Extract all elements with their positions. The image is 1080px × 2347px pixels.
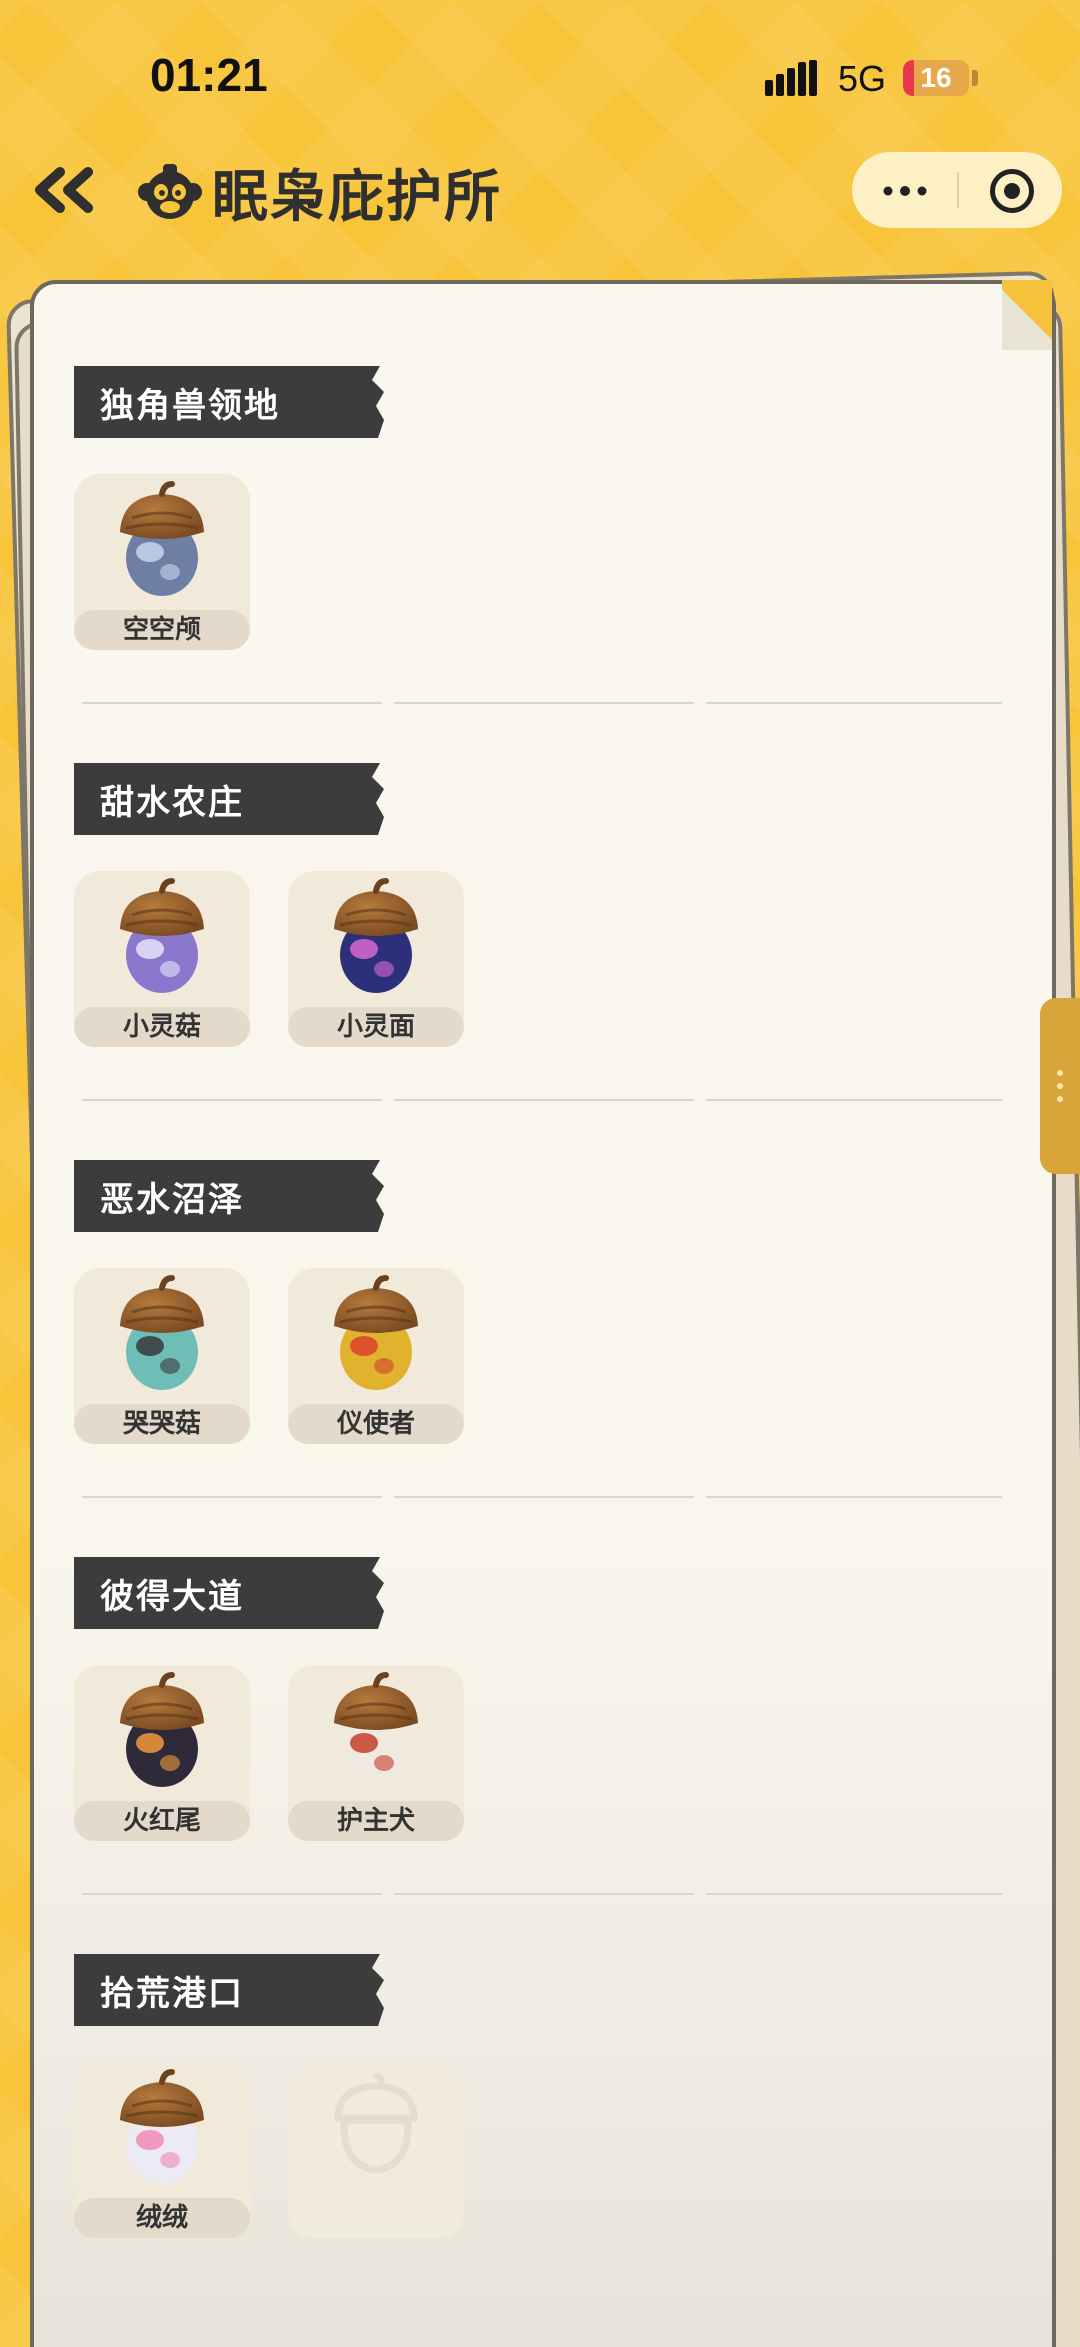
monkey-face-icon — [138, 164, 202, 219]
miniprogram-capsule — [852, 152, 1062, 228]
status-time: 01:21 — [150, 49, 268, 101]
handle-dot — [1057, 1083, 1063, 1089]
creature-slot[interactable]: 小灵菇 — [74, 871, 250, 1047]
habitat-section: 独角兽领地空空颅 — [74, 366, 1014, 704]
acorn-flame-icon — [334, 1275, 418, 1390]
battery-icon: 16 — [903, 60, 969, 96]
section-divider — [82, 1099, 1002, 1101]
page-title: 眠枭庇护所 — [212, 165, 502, 230]
creature-slot[interactable]: 小灵面 — [288, 871, 464, 1047]
creature-slot[interactable]: 火红尾 — [74, 1665, 250, 1841]
habitat-section: 彼得大道火红尾 护主犬 — [74, 1557, 1014, 1895]
section-banner: 彼得大道 — [74, 1557, 384, 1629]
creature-name: 火红尾 — [74, 1801, 250, 1841]
double-chevron-left-icon — [35, 167, 93, 213]
acorn-fire-swirl-icon — [120, 1672, 204, 1787]
creature-name: 空空颅 — [74, 610, 250, 650]
network-type-label: 5G — [838, 58, 887, 99]
creature-name: 小灵面 — [288, 1007, 464, 1047]
creature-name: 护主犬 — [288, 1801, 464, 1841]
section-title: 独角兽领地 — [100, 386, 280, 426]
more-button[interactable] — [852, 152, 957, 228]
close-miniprogram-button[interactable] — [959, 152, 1062, 228]
creature-slot[interactable]: 哭哭菇 — [74, 1268, 250, 1444]
signal-strength-icon — [765, 60, 817, 96]
section-banner: 拾荒港口 — [74, 1954, 384, 2026]
side-drawer-handle[interactable] — [1040, 998, 1080, 1174]
section-divider — [82, 702, 1002, 704]
handle-dot — [1057, 1070, 1063, 1076]
acorn-galaxy-icon — [334, 878, 418, 993]
status-bar: 01:21 5G 16 — [0, 0, 1080, 150]
section-title: 恶水沼泽 — [100, 1180, 244, 1220]
locked-creature-slot[interactable] — [288, 2062, 464, 2238]
creature-slot[interactable]: 绒绒 — [74, 2062, 250, 2238]
creature-name: 小灵菇 — [74, 1007, 250, 1047]
habitat-section: 拾荒港口绒绒 — [74, 1954, 1014, 2284]
battery-tip — [972, 70, 978, 86]
paper-folded-corner — [1002, 280, 1052, 350]
acorn-outline-locked-icon — [334, 2073, 418, 2174]
habitat-section: 恶水沼泽哭哭菇 仪使者 — [74, 1160, 1014, 1498]
creature-name: 绒绒 — [74, 2198, 250, 2238]
section-title: 拾荒港口 — [100, 1974, 244, 2014]
section-divider — [82, 1496, 1002, 1498]
acorn-teal-icon — [120, 1275, 204, 1390]
section-title: 甜水农庄 — [100, 783, 244, 823]
handle-dot — [1057, 1096, 1063, 1102]
section-banner: 恶水沼泽 — [74, 1160, 384, 1232]
section-banner: 甜水农庄 — [74, 763, 384, 835]
battery-level: 16 — [920, 62, 952, 93]
back-button[interactable] — [30, 160, 100, 220]
creature-name: 哭哭菇 — [74, 1404, 250, 1444]
acorn-visor-icon — [120, 481, 204, 596]
acorn-sparkle-icon — [120, 2069, 204, 2184]
section-title: 彼得大道 — [100, 1577, 244, 1617]
acorn-swirl-icon — [120, 878, 204, 993]
creature-slot[interactable]: 空空颅 — [74, 474, 250, 650]
acorn-red-white-icon — [334, 1672, 418, 1787]
creature-slot[interactable]: 仪使者 — [288, 1268, 464, 1444]
habitat-section: 甜水农庄小灵菇 小灵面 — [74, 763, 1014, 1101]
creature-name: 仪使者 — [288, 1404, 464, 1444]
target-dot — [1004, 183, 1020, 199]
section-banner: 独角兽领地 — [74, 366, 384, 438]
creature-slot[interactable]: 护主犬 — [288, 1665, 464, 1841]
section-divider — [82, 1893, 1002, 1895]
more-dots-icon — [883, 186, 927, 196]
